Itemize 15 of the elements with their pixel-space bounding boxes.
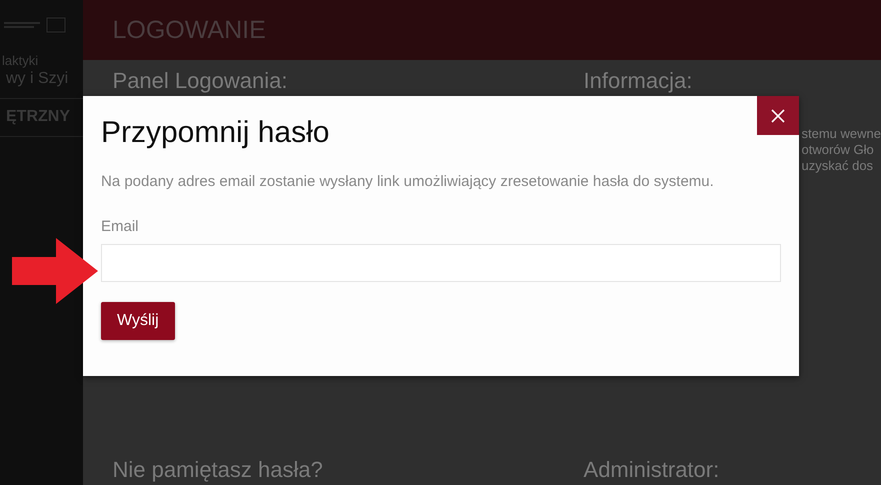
dialog-description: Na podany adres email zostanie wysłany link umożliwiający zresetowanie hasła do systemu.: [101, 173, 715, 190]
field-label: Email: [101, 218, 140, 235]
email-field[interactable]: [101, 244, 781, 282]
section-heading: Administrator:: [584, 457, 720, 483]
dialog-title: Przypomnij hasło: [101, 116, 330, 150]
panel-heading: Informacja:: [584, 68, 694, 94]
close-icon: [771, 108, 785, 122]
info-text: otworów Gło: [802, 142, 875, 158]
close-button[interactable]: [757, 96, 799, 135]
info-text: stemu wewne: [802, 126, 881, 142]
logo-icon: [4, 17, 66, 33]
panel-heading: Panel Logowania:: [112, 68, 288, 94]
section-heading: Nie pamiętasz hasła?: [112, 457, 324, 483]
send-button[interactable]: Wyślij: [101, 302, 175, 340]
info-text: uzyskać dos: [802, 158, 874, 174]
